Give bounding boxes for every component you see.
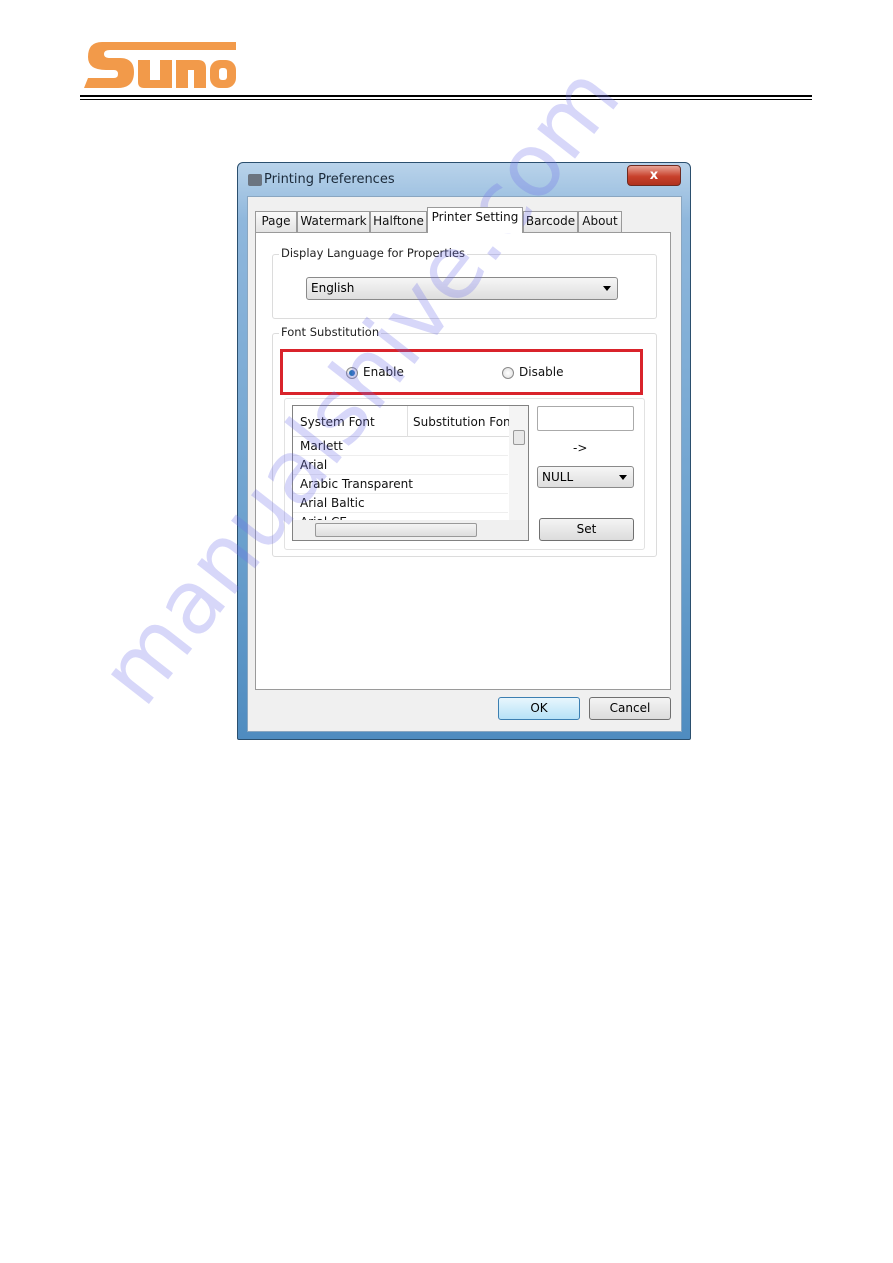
disable-radio[interactable] — [502, 367, 514, 379]
h-scroll-thumb[interactable] — [315, 523, 477, 537]
substitution-select[interactable]: NULL — [537, 466, 634, 488]
column-divider — [407, 406, 408, 437]
set-button[interactable]: Set — [539, 518, 634, 541]
scroll-thumb[interactable] — [513, 430, 525, 445]
dropdown-arrow-icon — [619, 475, 627, 480]
dropdown-arrow-icon — [603, 286, 611, 291]
arrow-label: -> — [573, 441, 588, 455]
close-button[interactable]: x — [627, 165, 681, 186]
disable-label: Disable — [519, 365, 564, 379]
language-value: English — [311, 281, 355, 295]
tab-printer-setting[interactable]: Printer Setting — [427, 207, 523, 233]
tab-watermark[interactable]: Watermark — [297, 211, 370, 232]
dialog-title: Printing Preferences — [264, 172, 395, 187]
header-rule-thin — [80, 99, 812, 100]
printer-icon — [248, 174, 262, 186]
ok-button[interactable]: OK — [498, 697, 580, 720]
tab-page[interactable]: Page — [255, 211, 297, 232]
header-rule — [80, 95, 812, 97]
column-substitution-font[interactable]: Substitution Font — [413, 415, 515, 429]
cancel-button[interactable]: Cancel — [589, 697, 671, 720]
vertical-scrollbar[interactable] — [509, 406, 528, 520]
tab-about[interactable]: About — [578, 211, 622, 232]
sunso-logo — [84, 42, 236, 88]
horizontal-scrollbar[interactable] — [293, 520, 528, 540]
font-name-input[interactable] — [537, 406, 634, 431]
substitution-value: NULL — [542, 470, 574, 484]
